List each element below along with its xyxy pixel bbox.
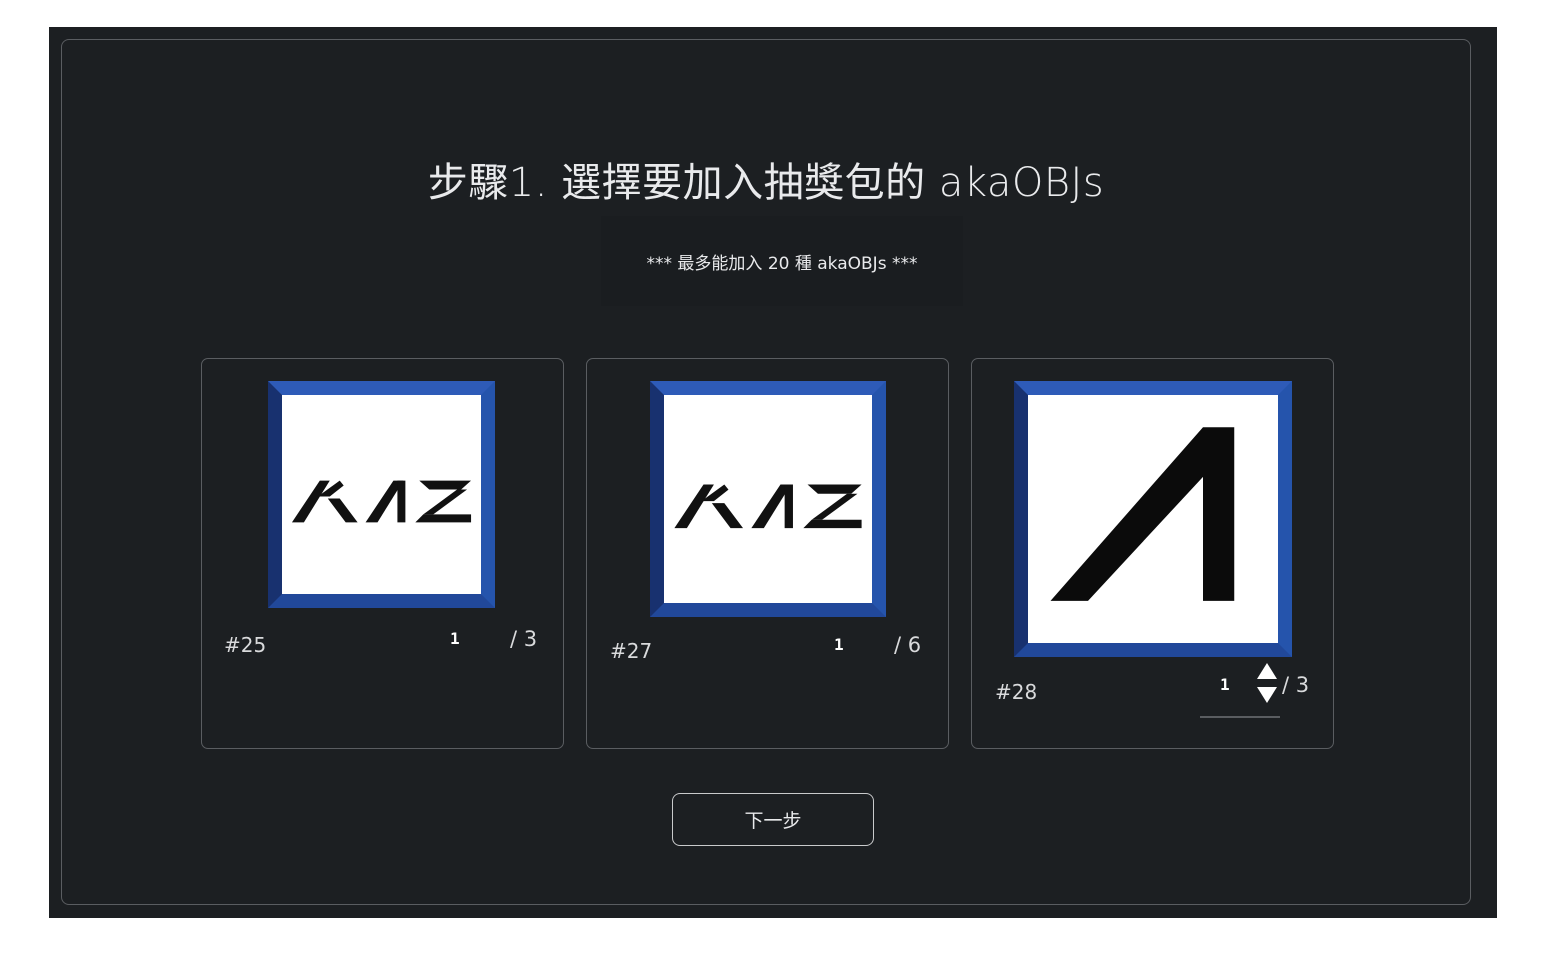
akaobj-image — [268, 381, 495, 608]
limit-notice-text: *** 最多能加入 20 種 akaOBJs *** — [646, 253, 918, 274]
card-id: #28 — [995, 680, 1038, 704]
next-step-button[interactable]: 下一步 — [672, 793, 874, 846]
quantity-underline — [1200, 716, 1280, 718]
akas-logo — [291, 480, 472, 523]
akas-logo — [674, 484, 862, 529]
akaobj-card-27[interactable]: #27 1 / 6 — [586, 358, 949, 749]
card-id: #27 — [610, 639, 653, 663]
max-quantity: / 6 — [894, 633, 922, 657]
app-window: 步驟1. 選擇要加入抽獎包的 akaOBJs *** 最多能加入 20 種 ak… — [49, 27, 1497, 918]
step-panel: 步驟1. 選擇要加入抽獎包的 akaOBJs *** 最多能加入 20 種 ak… — [61, 39, 1471, 905]
quantity-input[interactable]: 1 — [1220, 675, 1230, 694]
max-quantity: / 3 — [1282, 673, 1310, 697]
akaobj-image — [650, 381, 886, 617]
quantity-input[interactable]: 1 — [834, 635, 844, 654]
akaobj-image — [1014, 381, 1292, 657]
page-title: 步驟1. 選擇要加入抽獎包的 akaOBJs — [427, 160, 1105, 206]
akas-a-logo — [1050, 427, 1235, 601]
card-id: #25 — [224, 633, 267, 657]
quantity-input[interactable]: 1 — [450, 629, 460, 648]
max-quantity: / 3 — [510, 627, 538, 651]
akaobj-card-25[interactable]: #25 1 / 3 — [201, 358, 564, 749]
limit-notice: *** 最多能加入 20 種 akaOBJs *** — [601, 216, 963, 306]
quantity-stepper-icon[interactable] — [1256, 661, 1278, 705]
akaobj-card-28[interactable]: #28 1 / 3 — [971, 358, 1334, 749]
